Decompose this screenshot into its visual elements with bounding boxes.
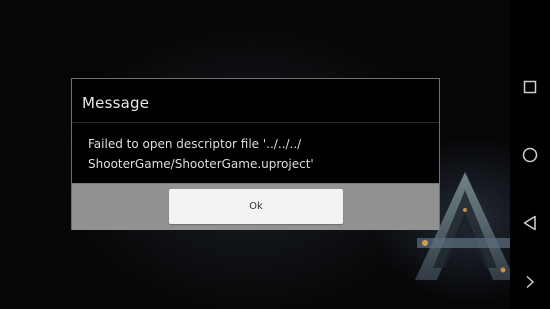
triangle-back-icon (523, 215, 536, 231)
dialog-footer: Ok (72, 183, 439, 230)
chevron-right-icon (526, 275, 535, 289)
recent-apps-button[interactable] (520, 77, 540, 97)
system-nav-bar (510, 0, 550, 309)
dialog-message-line: ShooterGame/ShooterGame.uproject' (88, 157, 314, 171)
dialog-message-line: Failed to open descriptor file '../../..… (88, 137, 302, 151)
dialog-title: Message (82, 94, 150, 112)
next-button[interactable] (520, 272, 540, 292)
home-button[interactable] (520, 145, 540, 165)
dialog-message: Failed to open descriptor file '../../..… (88, 134, 418, 174)
message-dialog: Message Failed to open descriptor file '… (71, 78, 440, 230)
ok-button[interactable]: Ok (169, 189, 343, 224)
circle-icon (522, 147, 538, 163)
square-icon (523, 80, 537, 94)
back-button[interactable] (520, 213, 540, 233)
dialog-divider (72, 122, 439, 123)
